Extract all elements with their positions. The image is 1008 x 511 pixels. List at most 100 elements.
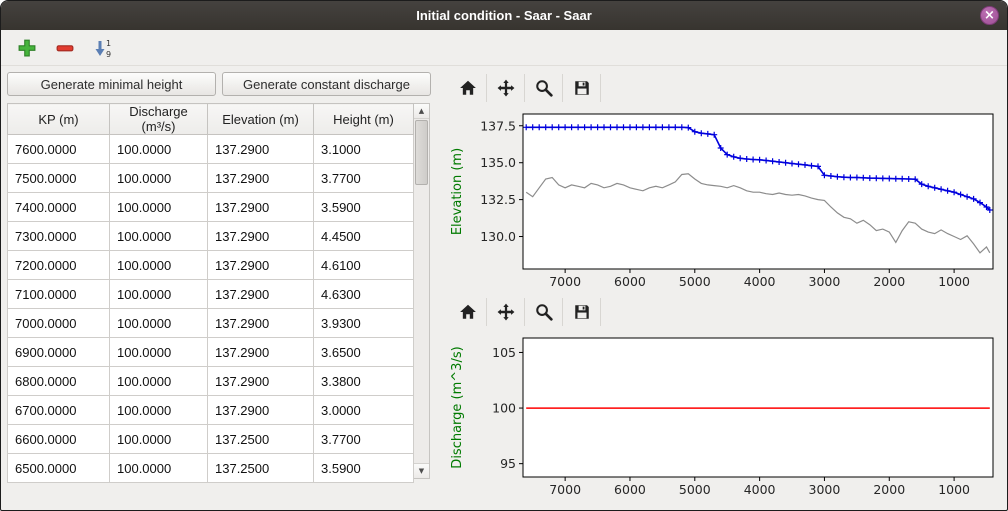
table-cell[interactable]: 3.9300 [314,309,414,338]
y-tick-label: 132.5 [480,192,516,207]
table-row: 7300.0000100.0000137.29004.4500 [8,222,414,251]
x-tick-label: 4000 [744,482,776,497]
table-cell[interactable]: 4.6300 [314,280,414,309]
table-cell[interactable]: 3.3800 [314,367,414,396]
scroll-up-icon[interactable]: ▲ [414,104,429,119]
sort-button[interactable]: 1 9 [89,34,117,62]
zoom-button[interactable] [525,74,563,102]
table-cell[interactable]: 4.4500 [314,222,414,251]
home-button[interactable] [449,74,487,102]
table-row: 6600.0000100.0000137.25003.7700 [8,425,414,454]
table-cell[interactable]: 7200.0000 [8,251,110,280]
generate-buttons-row: Generate minimal height Generate constan… [7,72,431,96]
table-wrap: KP (m)Discharge (m³/s)Elevation (m)Heigh… [7,103,431,479]
x-tick-label: 7000 [549,482,581,497]
table-row: 7200.0000100.0000137.29004.6100 [8,251,414,280]
table-cell[interactable]: 100.0000 [110,164,208,193]
remove-row-button[interactable] [51,34,79,62]
x-tick-label: 6000 [614,274,646,289]
column-header[interactable]: Height (m) [314,104,414,135]
zoom-button[interactable] [525,298,563,326]
table-cell[interactable]: 137.2900 [208,367,314,396]
content-area: Generate minimal height Generate constan… [1,66,1007,510]
table-row: 6500.0000100.0000137.25003.5900 [8,454,414,483]
x-tick-label: 5000 [679,482,711,497]
table-cell[interactable]: 3.5900 [314,193,414,222]
generate-constant-discharge-button[interactable]: Generate constant discharge [222,72,431,96]
column-header[interactable]: Elevation (m) [208,104,314,135]
home-button[interactable] [449,298,487,326]
table-cell[interactable]: 137.2500 [208,454,314,483]
close-button[interactable]: × [980,6,999,25]
table-cell[interactable]: 7400.0000 [8,193,110,222]
table-cell[interactable]: 137.2900 [208,164,314,193]
table-cell[interactable]: 100.0000 [110,193,208,222]
home-icon [459,79,477,97]
table-row: 6800.0000100.0000137.29003.3800 [8,367,414,396]
table-row: 7400.0000100.0000137.29003.5900 [8,193,414,222]
table-cell[interactable]: 100.0000 [110,338,208,367]
table-cell[interactable]: 6700.0000 [8,396,110,425]
table-cell[interactable]: 100.0000 [110,425,208,454]
table-cell[interactable]: 6600.0000 [8,425,110,454]
elevation-plot[interactable]: 7000600050004000300020001000130.0132.513… [445,106,1003,296]
table-cell[interactable]: 137.2900 [208,280,314,309]
table-header-row: KP (m)Discharge (m³/s)Elevation (m)Heigh… [8,104,414,135]
save-button[interactable] [563,74,601,102]
table-cell[interactable]: 4.6100 [314,251,414,280]
table-cell[interactable]: 7500.0000 [8,164,110,193]
table-cell[interactable]: 137.2900 [208,338,314,367]
x-tick-label: 1000 [938,482,970,497]
table-cell[interactable]: 137.2900 [208,135,314,164]
discharge-plot[interactable]: 700060005000400030002000100095100105Disc… [445,330,1003,504]
table-cell[interactable]: 100.0000 [110,309,208,338]
pan-button[interactable] [487,74,525,102]
y-axis-label: Elevation (m) [450,148,465,235]
table-row: 7100.0000100.0000137.29004.6300 [8,280,414,309]
table-cell[interactable]: 7000.0000 [8,309,110,338]
table-cell[interactable]: 137.2900 [208,222,314,251]
column-header[interactable]: Discharge (m³/s) [110,104,208,135]
table-cell[interactable]: 3.5900 [314,454,414,483]
table-cell[interactable]: 100.0000 [110,251,208,280]
table-cell[interactable]: 137.2900 [208,251,314,280]
table-cell[interactable]: 3.1000 [314,135,414,164]
x-tick-label: 4000 [744,274,776,289]
table-cell[interactable]: 6900.0000 [8,338,110,367]
table-cell[interactable]: 7100.0000 [8,280,110,309]
table-cell[interactable]: 137.2500 [208,425,314,454]
table-cell[interactable]: 3.7700 [314,164,414,193]
add-row-button[interactable] [13,34,41,62]
table-cell[interactable]: 100.0000 [110,454,208,483]
table-cell[interactable]: 6800.0000 [8,367,110,396]
pan-button[interactable] [487,298,525,326]
generate-minimal-height-button[interactable]: Generate minimal height [7,72,216,96]
main-toolbar: 1 9 [1,30,1007,66]
table-cell[interactable]: 137.2900 [208,193,314,222]
plot-background[interactable] [523,114,993,269]
table-cell[interactable]: 7300.0000 [8,222,110,251]
table-cell[interactable]: 100.0000 [110,280,208,309]
svg-text:1: 1 [106,39,111,48]
vertical-scrollbar[interactable]: ▲ ▼ [414,103,430,479]
x-tick-label: 2000 [873,274,905,289]
table-cell[interactable]: 7600.0000 [8,135,110,164]
save-button[interactable] [563,298,601,326]
table-cell[interactable]: 3.7700 [314,425,414,454]
column-header[interactable]: KP (m) [8,104,110,135]
table-cell[interactable]: 137.2900 [208,309,314,338]
titlebar[interactable]: Initial condition - Saar - Saar × [1,1,1007,30]
table-cell[interactable]: 100.0000 [110,367,208,396]
table-cell[interactable]: 100.0000 [110,135,208,164]
table-cell[interactable]: 3.6500 [314,338,414,367]
table-cell[interactable]: 6500.0000 [8,454,110,483]
table-cell[interactable]: 100.0000 [110,222,208,251]
scroll-down-icon[interactable]: ▼ [414,463,429,478]
y-tick-label: 137.5 [480,118,516,133]
table-body: 7600.0000100.0000137.29003.10007500.0000… [8,135,414,483]
scrollbar-thumb[interactable] [415,120,428,185]
table-cell[interactable]: 3.0000 [314,396,414,425]
table-cell[interactable]: 137.2900 [208,396,314,425]
scrollbar-track[interactable] [414,119,429,463]
table-cell[interactable]: 100.0000 [110,396,208,425]
